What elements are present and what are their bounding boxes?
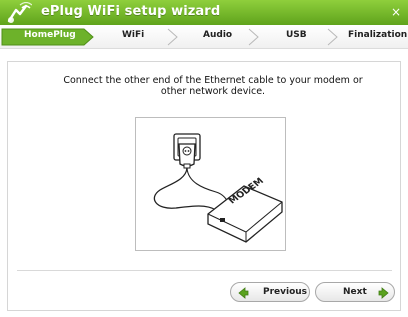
- title-bar: ePlug WiFi setup wizard ×: [0, 0, 408, 25]
- next-button-label: Next: [343, 287, 367, 297]
- instruction-line-2: other network device.: [160, 86, 266, 97]
- plug-to-modem-icon: MODEM: [153, 133, 283, 243]
- step-audio: Audio: [203, 30, 233, 40]
- step-usb: USB: [286, 30, 307, 40]
- wizard-steps: HomePlug WiFi Audio USB Finalization: [0, 25, 408, 49]
- window-title: ePlug WiFi setup wizard: [41, 4, 221, 19]
- instruction-line-1: Connect the other end of the Ethernet ca…: [63, 75, 363, 86]
- close-button[interactable]: ×: [391, 5, 401, 19]
- content-panel: Connect the other end of the Ethernet ca…: [7, 61, 401, 311]
- previous-button[interactable]: Previous: [230, 282, 310, 302]
- instruction-text: Connect the other end of the Ethernet ca…: [48, 75, 378, 97]
- previous-button-label: Previous: [263, 287, 308, 297]
- footer-divider: [17, 270, 392, 271]
- arrow-right-icon: [378, 287, 389, 299]
- next-button[interactable]: Next: [315, 282, 395, 302]
- arrow-left-icon: [238, 287, 249, 299]
- connection-illustration: MODEM: [135, 117, 286, 251]
- step-homeplug: HomePlug: [24, 30, 76, 40]
- step-wifi: WiFi: [122, 30, 145, 40]
- step-finalization: Finalization: [348, 30, 408, 40]
- eplug-wifi-logo-icon: [7, 2, 32, 23]
